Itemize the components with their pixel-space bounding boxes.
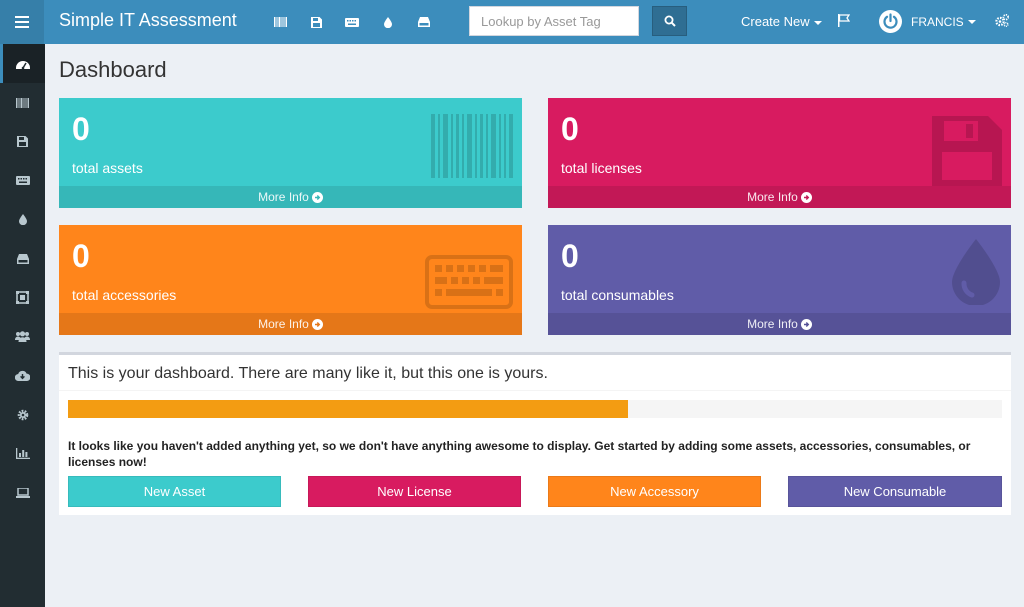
sidebar-item-import[interactable]: [0, 356, 45, 395]
empty-state-message: It looks like you haven't added anything…: [68, 439, 971, 469]
quick-links: [262, 0, 442, 44]
keyboard-icon: [15, 176, 30, 185]
progress-fill: [68, 400, 629, 418]
sidebar-item-accessories[interactable]: [0, 161, 45, 200]
barcode-icon: [273, 17, 287, 27]
consumables-nav-button[interactable]: [370, 0, 406, 44]
hamburger-icon: [15, 16, 29, 28]
assets-summary-box: 0 total assets More Info: [59, 98, 522, 208]
consumables-count: 0: [561, 238, 579, 274]
sidebar-item-licenses[interactable]: [0, 122, 45, 161]
caret-down-icon: [967, 19, 976, 24]
new-accessory-button[interactable]: New Accessory: [548, 476, 761, 507]
create-new-dropdown[interactable]: Create New: [741, 14, 822, 29]
new-consumable-button[interactable]: New Consumable: [788, 476, 1002, 507]
assets-nav-button[interactable]: [262, 0, 298, 44]
alerts-button[interactable]: [838, 14, 851, 32]
consumables-summary-box: 0 total consumables More Info: [548, 225, 1011, 335]
users-icon: [15, 331, 30, 342]
hard-drive-icon: [418, 17, 430, 27]
more-info-label: More Info: [258, 190, 309, 204]
user-menu[interactable]: FRANCIS: [879, 10, 976, 33]
droplet-icon: [952, 239, 1000, 305]
accessories-summary-box: 0 total accessories More Info: [59, 225, 522, 335]
more-info-label: More Info: [258, 317, 309, 331]
assets-more-info-link[interactable]: More Info: [59, 186, 522, 208]
more-info-label: More Info: [747, 317, 798, 331]
arrow-circle-right-icon: [311, 318, 323, 330]
welcome-panel: This is your dashboard. There are many l…: [59, 352, 1011, 515]
droplet-icon: [384, 16, 392, 28]
laptop-icon: [15, 487, 30, 498]
flag-icon: [838, 14, 851, 27]
accessories-nav-button[interactable]: [334, 0, 370, 44]
app-title[interactable]: Simple IT Assessment: [59, 10, 237, 31]
arrow-circle-right-icon: [800, 191, 812, 203]
dashboard-icon: [15, 60, 30, 69]
accessories-label: total accessories: [72, 287, 177, 303]
floppy-disk-icon: [932, 116, 1002, 186]
sidebar-item-kits[interactable]: [0, 278, 45, 317]
search-button[interactable]: [652, 6, 687, 36]
licenses-count: 0: [561, 111, 579, 147]
components-nav-button[interactable]: [406, 0, 442, 44]
floppy-disk-icon: [17, 136, 28, 147]
cogs-icon: [995, 13, 1010, 28]
droplet-icon: [18, 214, 27, 225]
licenses-summary-box: 0 total licenses More Info: [548, 98, 1011, 208]
arrow-circle-right-icon: [800, 318, 812, 330]
barcode-icon: [16, 97, 29, 108]
licenses-label: total licenses: [561, 160, 642, 176]
search-icon: [664, 15, 676, 27]
sidebar-item-components[interactable]: [0, 239, 45, 278]
create-new-label: Create New: [741, 14, 810, 29]
sidebar-toggle-button[interactable]: [0, 0, 44, 44]
settings-button[interactable]: [995, 13, 1010, 32]
top-navbar: Simple IT Assessment Create New FRANCIS: [0, 0, 1024, 44]
accessories-more-info-link[interactable]: More Info: [59, 313, 522, 335]
licenses-nav-button[interactable]: [298, 0, 334, 44]
keyboard-icon: [425, 255, 513, 309]
components-icon: [16, 291, 29, 304]
sidebar-item-assets[interactable]: [0, 83, 45, 122]
username: FRANCIS: [911, 14, 964, 29]
more-info-label: More Info: [747, 190, 798, 204]
avatar: [879, 10, 902, 33]
consumables-more-info-link[interactable]: More Info: [548, 313, 1011, 335]
caret-down-icon: [813, 20, 822, 25]
gear-icon: [17, 409, 28, 420]
sidebar-item-settings[interactable]: [0, 395, 45, 434]
sidebar-item-requestable[interactable]: [0, 473, 45, 512]
bar-chart-icon: [15, 448, 30, 459]
assets-label: total assets: [72, 160, 143, 176]
hard-drive-icon: [16, 253, 29, 264]
progress-bar: [68, 400, 1002, 418]
licenses-more-info-link[interactable]: More Info: [548, 186, 1011, 208]
arrow-circle-right-icon: [311, 191, 323, 203]
sidebar: [0, 44, 45, 607]
new-license-button[interactable]: New License: [308, 476, 521, 507]
sidebar-item-consumables[interactable]: [0, 200, 45, 239]
accessories-count: 0: [72, 238, 90, 274]
cloud-download-icon: [15, 370, 30, 381]
keyboard-icon: [345, 17, 359, 27]
welcome-panel-header: This is your dashboard. There are many l…: [59, 355, 1011, 391]
floppy-disk-icon: [310, 16, 322, 28]
power-icon: [883, 13, 898, 29]
new-asset-button[interactable]: New Asset: [68, 476, 281, 507]
sidebar-item-dashboard[interactable]: [0, 44, 45, 83]
assets-count: 0: [72, 111, 90, 147]
sidebar-item-reports[interactable]: [0, 434, 45, 473]
page-title: Dashboard: [59, 57, 167, 82]
barcode-icon: [431, 114, 513, 178]
sidebar-item-people[interactable]: [0, 317, 45, 356]
consumables-label: total consumables: [561, 287, 674, 303]
asset-tag-search-input[interactable]: [469, 6, 639, 36]
welcome-title: This is your dashboard. There are many l…: [68, 365, 548, 382]
